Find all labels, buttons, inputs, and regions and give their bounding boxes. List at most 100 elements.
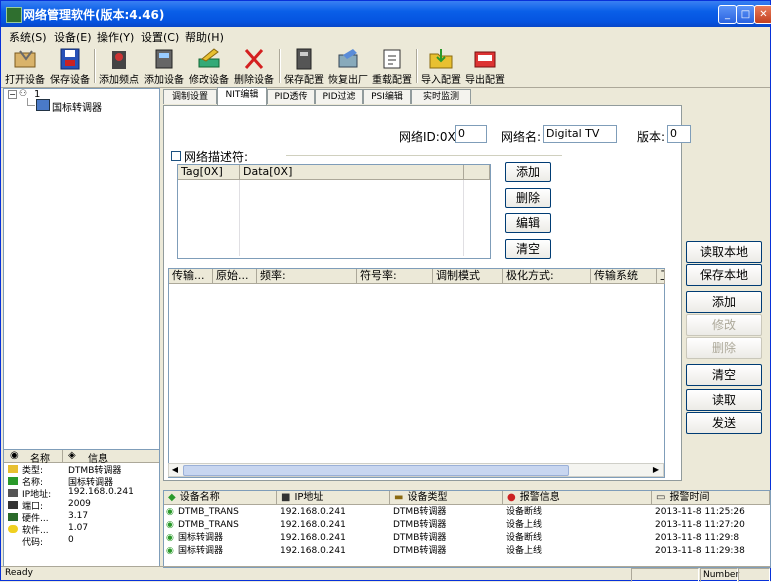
open-device-button[interactable]: 打开设备: [5, 45, 45, 87]
data-column-header[interactable]: Data[0X]: [240, 165, 464, 180]
network-id-input[interactable]: 0: [455, 125, 487, 143]
property-row-ip: IP地址: 192.168.0.241: [4, 487, 159, 500]
add-frequency-button[interactable]: 添加频点: [98, 45, 140, 87]
alarm-icon: ●: [507, 492, 516, 503]
descriptor-add-button[interactable]: 添加: [505, 162, 551, 182]
ts-col-transport[interactable]: 传输...: [169, 269, 213, 284]
descriptor-edit-button[interactable]: 编辑: [505, 213, 551, 233]
delete-device-button[interactable]: 删除设备: [233, 45, 275, 87]
nit-editor-pane: 网络ID:0X 0 网络名: Digital TV 版本: 0 网络描述符: T…: [163, 105, 691, 481]
ts-col-modulation[interactable]: 调制模式: [433, 269, 503, 284]
save-local-button[interactable]: 保存本地: [686, 264, 762, 286]
maximize-button[interactable]: □: [736, 5, 755, 24]
status-text: Ready: [5, 568, 33, 578]
tab-realtime-monitor[interactable]: 实时监测: [411, 89, 471, 104]
tree-child-node[interactable]: 国标转调器: [52, 99, 102, 114]
ts-col-transport-system[interactable]: 传输系统: [591, 269, 657, 284]
modify-device-icon: [198, 48, 220, 68]
log-row[interactable]: ◉ DTMB_TRANS 192.168.0.241 DTMB转调器 设备上线 …: [164, 519, 770, 532]
log-col-alarm-info[interactable]: ● 报警信息: [503, 491, 652, 505]
close-button[interactable]: ✕: [754, 5, 771, 24]
delete-button[interactable]: 删除: [686, 337, 762, 359]
menu-bar: 系统(S) 设备(E) 操作(Y) 设置(C) 帮助(H): [1, 27, 770, 45]
status-bar: Ready Number: [1, 566, 770, 582]
tab-psi-edit[interactable]: PSI编辑: [363, 89, 411, 104]
descriptor-delete-button[interactable]: 删除: [505, 188, 551, 208]
row-status-icon: ◉: [166, 546, 174, 556]
tree-connector: [27, 105, 35, 106]
send-button[interactable]: 发送: [686, 412, 762, 434]
log-row[interactable]: ◉ 国标转调器 192.168.0.241 DTMB转调器 设备上线 2013-…: [164, 545, 770, 558]
save-config-button[interactable]: 保存配置: [283, 45, 325, 87]
property-row-name: 名称: 国标转调器: [4, 475, 159, 488]
ts-col-polarization[interactable]: 极化方式:: [503, 269, 591, 284]
grid-line: [239, 180, 240, 256]
device-properties-panel: ◉ 名称 ◈ 信息 类型: DTMB转调器 名称: 国标转调器 IP地址: 192.1…: [3, 449, 160, 567]
device-tree: − ⚇ 1 国标转调器: [3, 88, 160, 450]
log-col-device-type[interactable]: ▬ 设备类型: [390, 491, 503, 505]
scroll-thumb[interactable]: [183, 465, 569, 476]
row-status-icon: ◉: [166, 533, 174, 543]
menu-system[interactable]: 系统(S): [9, 29, 47, 45]
tag-column-header[interactable]: Tag[0X]: [178, 165, 240, 180]
toolbar: 打开设备 保存设备 添加频点 添加设备 修改设备 删除设备 保存配置 恢复出厂 …: [1, 45, 770, 88]
alarm-log-table: ◆ 设备名称 ■ IP地址 ▬ 设备类型 ● 报警信息 ▭ 报警时间 ◉ DTMB_TRA…: [163, 490, 771, 568]
version-input[interactable]: 0: [667, 125, 691, 143]
import-config-button[interactable]: 导入配置: [420, 45, 462, 87]
property-row-port: 端口: 2009: [4, 499, 159, 512]
menu-settings[interactable]: 设置(C): [141, 29, 179, 45]
device-name-icon: ◆: [168, 492, 176, 503]
export-config-icon: [474, 51, 496, 68]
ts-col-original[interactable]: 原始...: [213, 269, 257, 284]
type-icon: [8, 465, 18, 473]
log-row[interactable]: ◉ DTMB_TRANS 192.168.0.241 DTMB转调器 设备断线 …: [164, 506, 770, 519]
ts-col-symbol-rate[interactable]: 符号率:: [357, 269, 433, 284]
add-button[interactable]: 添加: [686, 291, 762, 313]
time-icon: ▭: [656, 492, 666, 503]
hardware-icon: [8, 513, 18, 521]
log-col-device-name[interactable]: ◆ 设备名称: [164, 491, 277, 505]
menu-operation[interactable]: 操作(Y): [97, 29, 134, 45]
factory-reset-icon: [338, 49, 358, 68]
minimize-button[interactable]: _: [718, 5, 737, 24]
horizontal-scrollbar[interactable]: ◀ ▶: [168, 463, 664, 477]
row-status-icon: ◉: [166, 507, 174, 517]
toolbar-separator: [416, 49, 418, 83]
add-device-button[interactable]: 添加设备: [143, 45, 185, 87]
clear-button[interactable]: 清空: [686, 364, 762, 386]
log-row[interactable]: ◉ 国标转调器 192.168.0.241 DTMB转调器 设备断线 2013-…: [164, 532, 770, 545]
scroll-left-arrow[interactable]: ◀: [169, 464, 181, 476]
network-name-input[interactable]: Digital TV: [543, 125, 617, 143]
tree-collapse-toggle[interactable]: −: [8, 90, 17, 99]
name-icon: [8, 477, 18, 485]
factory-reset-button[interactable]: 恢复出厂: [327, 45, 369, 87]
descriptor-clear-button[interactable]: 清空: [505, 239, 551, 259]
ip-icon: [8, 489, 18, 497]
scroll-right-arrow[interactable]: ▶: [650, 464, 662, 476]
floppy-icon: [60, 48, 80, 70]
log-col-alarm-time[interactable]: ▭ 报警时间: [652, 491, 770, 505]
tab-pid-passthrough[interactable]: PID透传: [267, 89, 315, 104]
tab-modulation-settings[interactable]: 调制设置: [163, 89, 217, 104]
modify-device-button[interactable]: 修改设备: [188, 45, 230, 87]
read-local-button[interactable]: 读取本地: [686, 241, 762, 263]
save-device-button[interactable]: 保存设备: [49, 45, 91, 87]
info-header-icon: ◈: [68, 450, 76, 461]
read-button[interactable]: 读取: [686, 389, 762, 411]
export-config-button[interactable]: 导出配置: [464, 45, 506, 87]
ts-col-frequency[interactable]: 频率:: [257, 269, 357, 284]
tab-nit-edit[interactable]: NIT编辑: [217, 87, 267, 105]
menu-device[interactable]: 设备(E): [54, 29, 92, 45]
log-col-ip[interactable]: ■ IP地址: [277, 491, 390, 505]
app-window: 网络管理软件(版本:4.46) _ □ ✕ 系统(S) 设备(E) 操作(Y) …: [0, 0, 771, 582]
ts-col-satellite[interactable]: 卫: [657, 269, 665, 284]
device-type-icon: ▬: [394, 492, 404, 503]
modify-button[interactable]: 修改: [686, 314, 762, 336]
menu-help[interactable]: 帮助(H): [185, 29, 224, 45]
row-status-icon: ◉: [166, 520, 174, 530]
network-descriptor-checkbox[interactable]: [171, 151, 181, 161]
tab-pid-filter[interactable]: PID过滤: [315, 89, 363, 104]
version-label: 版本:: [637, 130, 666, 144]
reload-config-button[interactable]: 重载配置: [371, 45, 413, 87]
software-icon: [8, 525, 18, 533]
